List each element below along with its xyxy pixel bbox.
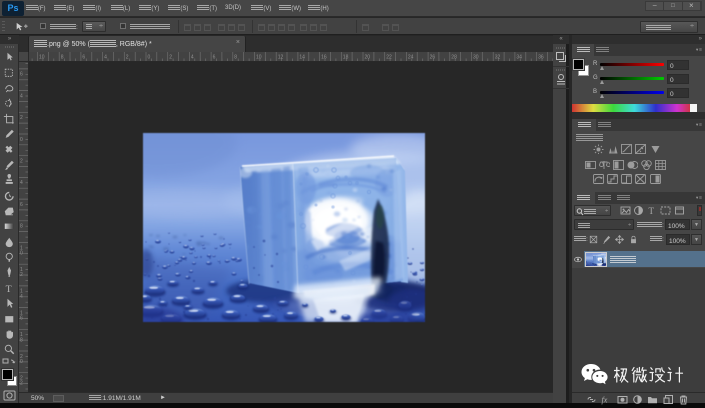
svg-text:36: 36 xyxy=(538,55,544,61)
svg-text:32: 32 xyxy=(495,55,501,61)
svg-text:2: 2 xyxy=(20,272,23,278)
svg-text:6: 6 xyxy=(213,55,216,61)
svg-text:6: 6 xyxy=(82,55,85,61)
svg-text:4: 4 xyxy=(104,55,107,61)
svg-text:8: 8 xyxy=(20,337,23,343)
svg-text:16: 16 xyxy=(321,55,327,61)
svg-text:0: 0 xyxy=(20,251,23,257)
svg-text:10: 10 xyxy=(256,55,262,61)
svg-text:22: 22 xyxy=(386,55,392,61)
svg-text:34: 34 xyxy=(516,55,522,61)
svg-text:T: T xyxy=(6,284,12,295)
svg-text:2: 2 xyxy=(126,55,129,61)
svg-text:0: 0 xyxy=(148,55,151,61)
svg-text:8: 8 xyxy=(234,55,237,61)
svg-text:6: 6 xyxy=(20,72,23,78)
svg-text:4: 4 xyxy=(20,294,23,300)
svg-text:26: 26 xyxy=(430,55,436,61)
svg-text:18: 18 xyxy=(343,55,349,61)
svg-text:6: 6 xyxy=(20,202,23,208)
svg-text:2: 2 xyxy=(20,115,23,121)
svg-text:2: 2 xyxy=(20,159,23,165)
svg-text:14: 14 xyxy=(299,55,305,61)
svg-text:12: 12 xyxy=(278,55,284,61)
svg-text:4: 4 xyxy=(20,93,23,99)
svg-text:T: T xyxy=(648,206,654,216)
svg-text:0: 0 xyxy=(20,137,23,143)
svg-text:6: 6 xyxy=(20,316,23,322)
svg-text:0: 0 xyxy=(20,359,23,365)
svg-text:10: 10 xyxy=(39,55,45,61)
svg-text:30: 30 xyxy=(473,55,479,61)
svg-text:8: 8 xyxy=(20,224,23,230)
svg-text:20: 20 xyxy=(365,55,371,61)
svg-text:24: 24 xyxy=(408,55,414,61)
svg-text:2: 2 xyxy=(169,55,172,61)
svg-text:fx: fx xyxy=(602,395,608,404)
svg-text:2: 2 xyxy=(20,381,23,387)
svg-text:4: 4 xyxy=(20,180,23,186)
svg-text:4: 4 xyxy=(191,55,194,61)
svg-text:8: 8 xyxy=(61,55,64,61)
svg-text:28: 28 xyxy=(451,55,457,61)
